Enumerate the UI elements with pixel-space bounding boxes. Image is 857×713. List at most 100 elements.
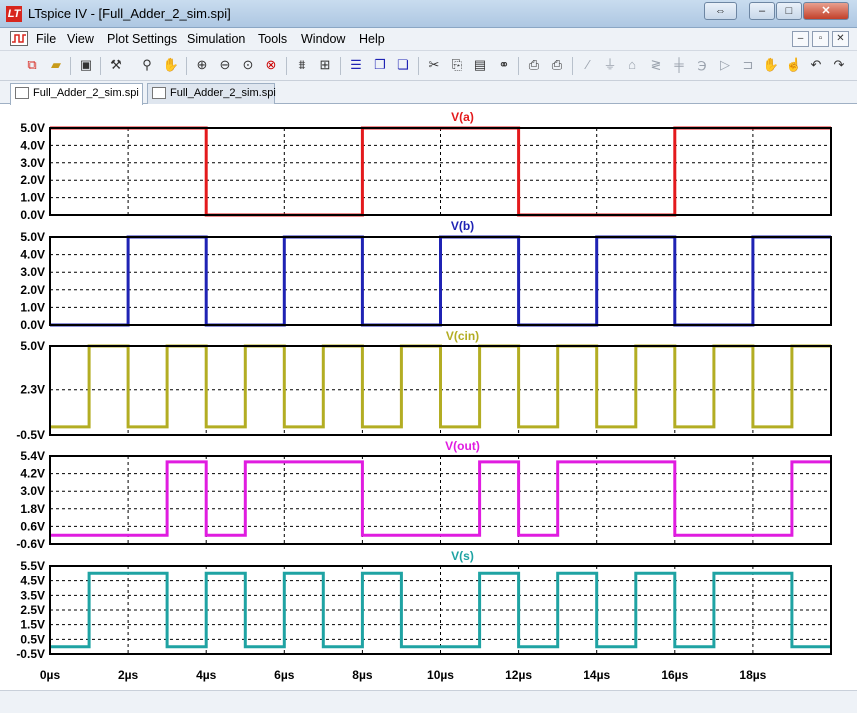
print-setup-icon[interactable]: ⎙: [524, 55, 544, 75]
grid-icon[interactable]: ⊞: [315, 55, 335, 75]
y-tick-label: 2.0V: [20, 173, 45, 187]
copy-icon[interactable]: ⎘: [447, 55, 467, 75]
y-tick-label: 2.0V: [20, 283, 45, 297]
tab-waveform-file[interactable]: Full_Adder_2_sim.spi: [10, 83, 143, 105]
inductor-icon[interactable]: ℈: [692, 55, 712, 75]
cut-icon[interactable]: ✂: [424, 55, 444, 75]
x-tick-label: 8µs: [352, 668, 373, 682]
resistor-icon[interactable]: ≷: [646, 55, 666, 75]
zoom-out-icon[interactable]: ⊖: [215, 55, 235, 75]
pane-title: V(a): [451, 110, 474, 124]
ground-icon[interactable]: ⏚: [600, 55, 620, 75]
y-tick-label: 3.0V: [20, 484, 45, 498]
y-tick-label: 1.0V: [20, 300, 45, 314]
mdi-minimize-button[interactable]: –: [792, 31, 809, 47]
x-tick-label: 14µs: [583, 668, 610, 682]
y-tick-label: 2.5V: [20, 603, 45, 617]
pane-title: V(s): [451, 549, 474, 563]
x-tick-label: 2µs: [118, 668, 139, 682]
waveform-doc-icon: [10, 31, 28, 46]
autorange-icon[interactable]: ⩩: [292, 55, 312, 75]
cascade-icon[interactable]: ❐: [370, 55, 390, 75]
title-bar: LT LTspice IV - [Full_Adder_2_sim.spi] ⇔…: [0, 0, 857, 28]
y-tick-label: 1.8V: [20, 502, 45, 516]
pane-title: V(out): [445, 439, 480, 453]
menu-help[interactable]: Help: [359, 32, 385, 46]
minimize-button[interactable]: –: [749, 2, 775, 20]
tile-horizontal-icon[interactable]: ☰: [346, 55, 366, 75]
restore-arrows-button[interactable]: ⇔: [704, 2, 737, 20]
menu-window[interactable]: Window: [301, 32, 345, 46]
menu-view[interactable]: View: [67, 32, 94, 46]
x-tick-label: 4µs: [196, 668, 217, 682]
capacitor-icon[interactable]: ╪: [669, 55, 689, 75]
open-icon[interactable]: ▰: [46, 55, 66, 75]
waveform-viewer[interactable]: V(a) 5.0V 4.0V 3.0V 2.0V 1.0V 0.0V V(b) 5.0V 4.0V…: [0, 105, 857, 685]
control-panel-icon[interactable]: ⚒: [106, 55, 126, 75]
label-icon[interactable]: ⌂: [622, 55, 642, 75]
tab-label: Full_Adder_2_sim.spi: [33, 87, 139, 99]
undo-icon[interactable]: ↶: [806, 55, 826, 75]
x-tick-label: 12µs: [505, 668, 532, 682]
paste-icon[interactable]: ▤: [470, 55, 490, 75]
status-bar: [0, 690, 857, 713]
x-tick-label: 10µs: [427, 668, 454, 682]
menu-bar: File View Plot Settings Simulation Tools…: [0, 28, 857, 51]
menu-file[interactable]: File: [36, 32, 56, 46]
menu-simulation[interactable]: Simulation: [187, 32, 245, 46]
component-icon[interactable]: ⊐: [738, 55, 758, 75]
new-schematic-icon[interactable]: ⧉: [22, 55, 42, 75]
y-tick-label: 2.3V: [20, 383, 45, 397]
y-tick-label: 3.0V: [20, 156, 45, 170]
x-tick-label: 6µs: [274, 668, 295, 682]
trace-vcin: [50, 344, 831, 429]
zoom-fit-icon[interactable]: ⊙: [238, 55, 258, 75]
y-tick-label: 5.4V: [20, 449, 45, 463]
x-tick-label: 18µs: [739, 668, 766, 682]
menu-plot-settings[interactable]: Plot Settings: [107, 32, 177, 46]
tab-bar: Full_Adder_2_sim.spi Full_Adder_2_sim.sp…: [0, 81, 857, 105]
maximize-button[interactable]: □: [776, 2, 802, 20]
save-icon[interactable]: ▣: [76, 55, 96, 75]
halt-icon[interactable]: ✋: [161, 55, 181, 75]
x-tick-label: 0µs: [40, 668, 61, 682]
y-tick-label: 0.6V: [20, 519, 45, 533]
y-tick-label: 1.0V: [20, 191, 45, 205]
y-tick-label: 1.5V: [20, 618, 45, 632]
netlist-tab-icon: [152, 87, 166, 99]
run-icon[interactable]: ⚲: [137, 55, 157, 75]
y-tick-label: 4.0V: [20, 248, 45, 262]
y-tick-label: -0.5V: [16, 647, 45, 661]
pane-title: V(cin): [446, 329, 479, 343]
menu-tools[interactable]: Tools: [258, 32, 287, 46]
diode-icon[interactable]: ▷: [715, 55, 735, 75]
y-tick-label: -0.5V: [16, 428, 45, 442]
waveform-plot[interactable]: V(a) 5.0V 4.0V 3.0V 2.0V 1.0V 0.0V V(b) 5.0V 4.0V…: [0, 105, 857, 685]
move-icon[interactable]: ✋: [761, 55, 781, 75]
window-title: LTspice IV - [Full_Adder_2_sim.spi]: [28, 6, 231, 21]
ltspice-logo-icon: LT: [6, 6, 22, 22]
close-button[interactable]: ✕: [803, 2, 849, 20]
y-tick-label: 0.5V: [20, 632, 45, 646]
redo-icon[interactable]: ↷: [829, 55, 849, 75]
y-tick-label: 0.0V: [20, 208, 45, 222]
mdi-restore-button[interactable]: ▫: [812, 31, 829, 47]
y-tick-label: 5.0V: [20, 121, 45, 135]
drag-icon[interactable]: ☝: [784, 55, 804, 75]
tile-vertical-icon[interactable]: ❏: [393, 55, 413, 75]
mdi-close-button[interactable]: ✕: [832, 31, 849, 47]
y-tick-label: 4.2V: [20, 467, 45, 481]
tab-netlist-file[interactable]: Full_Adder_2_sim.spi: [147, 83, 276, 104]
y-tick-label: 5.0V: [20, 339, 45, 353]
find-icon[interactable]: ⚭: [494, 55, 514, 75]
print-icon[interactable]: ⎙: [547, 55, 567, 75]
trace-vb: [50, 235, 831, 327]
waveform-tab-icon: [15, 87, 29, 99]
y-tick-label: 3.0V: [20, 265, 45, 279]
y-tick-label: -0.6V: [16, 537, 45, 551]
zoom-in-icon[interactable]: ⊕: [192, 55, 212, 75]
y-tick-label: 5.5V: [20, 559, 45, 573]
zoom-cancel-icon[interactable]: ⊗: [261, 55, 281, 75]
wire-icon[interactable]: ∕: [578, 55, 598, 75]
y-tick-label: 0.0V: [20, 318, 45, 332]
